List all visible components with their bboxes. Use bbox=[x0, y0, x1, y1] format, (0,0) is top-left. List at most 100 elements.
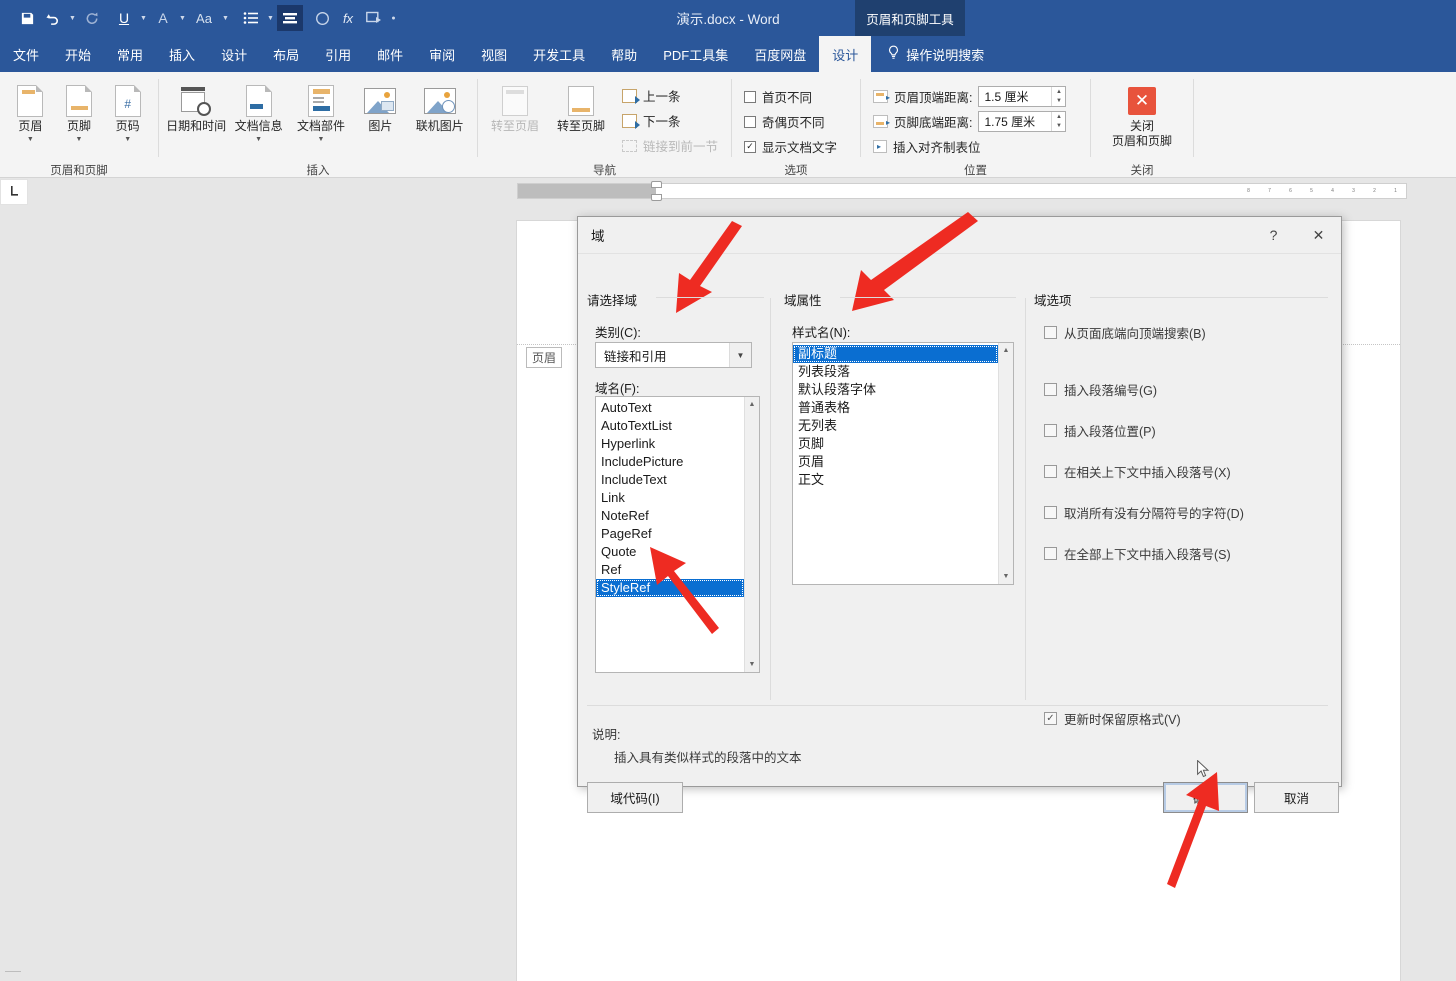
change-case-dropdown-icon[interactable]: ▼ bbox=[219, 5, 232, 31]
ribbon-button-goto-header[interactable]: 转至页眉 bbox=[484, 80, 546, 134]
ribbon-button-goto-footer[interactable]: 转至页脚 bbox=[550, 80, 612, 134]
list-item[interactable]: Hyperlink bbox=[596, 435, 744, 453]
change-case-icon[interactable]: Aa bbox=[189, 5, 219, 31]
list-item[interactable]: AutoText bbox=[596, 399, 744, 417]
font-color-icon[interactable]: A bbox=[150, 5, 176, 31]
underline-dropdown-icon[interactable]: ▼ bbox=[137, 5, 150, 31]
scroll-down-icon[interactable]: ▼ bbox=[745, 657, 759, 672]
more-commands-icon[interactable]: ● bbox=[387, 5, 400, 31]
list-item[interactable]: IncludeText bbox=[596, 471, 744, 489]
tab-home[interactable]: 开始 bbox=[52, 36, 104, 72]
save-icon[interactable] bbox=[14, 5, 40, 31]
style-names-listbox[interactable]: 副标题 列表段落 默认段落字体 普通表格 无列表 页脚 页眉 正文 ▲ ▼ bbox=[792, 342, 1014, 585]
option-insert-paragraph-position[interactable]: 插入段落位置(P) bbox=[1044, 421, 1156, 440]
paragraph-mark-icon[interactable] bbox=[277, 5, 303, 31]
list-item[interactable]: NoteRef bbox=[596, 507, 744, 525]
scroll-up-icon[interactable]: ▲ bbox=[999, 343, 1013, 358]
tab-pdf-tools[interactable]: PDF工具集 bbox=[650, 36, 741, 72]
list-item[interactable]: 列表段落 bbox=[793, 363, 998, 381]
tell-me-search[interactable]: 操作说明搜索 bbox=[871, 36, 997, 72]
list-item[interactable]: IncludePicture bbox=[596, 453, 744, 471]
ribbon-item-previous[interactable]: 上一条 bbox=[622, 83, 718, 108]
scroll-down-icon[interactable]: ▼ bbox=[999, 569, 1013, 584]
tab-view[interactable]: 视图 bbox=[468, 36, 520, 72]
ribbon-button-header[interactable]: 页眉 ▼ bbox=[6, 80, 55, 143]
list-item[interactable]: Link bbox=[596, 489, 744, 507]
first-line-indent-marker[interactable] bbox=[651, 181, 662, 188]
ribbon-button-date-time[interactable]: 日期和时间 bbox=[165, 80, 227, 134]
redo-icon[interactable] bbox=[79, 5, 105, 31]
list-item[interactable]: 无列表 bbox=[793, 417, 998, 435]
scrollbar-vertical[interactable]: ▲ ▼ bbox=[998, 343, 1013, 584]
checkbox-show-document-text[interactable]: ✓ 显示文档文字 bbox=[744, 134, 837, 159]
undo-icon[interactable] bbox=[40, 5, 66, 31]
list-item[interactable]: 普通表格 bbox=[793, 399, 998, 417]
tab-baidu-netdisk[interactable]: 百度网盘 bbox=[741, 36, 819, 72]
ribbon-button-page-number[interactable]: # 页码 ▼ bbox=[103, 80, 152, 143]
list-item[interactable]: AutoTextList bbox=[596, 417, 744, 435]
ribbon-button-picture[interactable]: 图片 bbox=[352, 80, 408, 134]
tab-common[interactable]: 常用 bbox=[104, 36, 156, 72]
chevron-down-icon[interactable]: ▼ bbox=[729, 343, 751, 367]
ribbon-button-quick-parts[interactable]: 文档部件 ▼ bbox=[290, 80, 352, 143]
bullets-icon[interactable] bbox=[238, 5, 264, 31]
list-item[interactable]: 页脚 bbox=[793, 435, 998, 453]
field-dialog[interactable]: 域 ? ✕ 请选择域 类别(C): 链接和引用 ▼ 域名(F): AutoTex… bbox=[577, 216, 1342, 813]
list-item[interactable]: 默认段落字体 bbox=[793, 381, 998, 399]
list-item[interactable]: Ref bbox=[596, 561, 744, 579]
spinner-footer-from-bottom[interactable]: ▸ 页脚底端距离: 1.75 厘米 ▲ ▼ bbox=[873, 109, 1067, 134]
option-insert-full-context[interactable]: 在全部上下文中插入段落号(S) bbox=[1044, 544, 1231, 563]
ribbon-button-footer[interactable]: 页脚 ▼ bbox=[55, 80, 104, 143]
tab-mailings[interactable]: 邮件 bbox=[364, 36, 416, 72]
footer-from-bottom-value[interactable]: 1.75 厘米 ▲ ▼ bbox=[978, 111, 1067, 132]
chevron-down-icon[interactable]: ▼ bbox=[318, 136, 325, 143]
option-search-from-bottom[interactable]: 从页面底端向顶端搜索(B) bbox=[1044, 323, 1206, 342]
scroll-up-icon[interactable]: ▲ bbox=[745, 397, 759, 412]
checkbox-different-odd-even[interactable]: 奇偶页不同 bbox=[744, 109, 837, 134]
category-dropdown[interactable]: 链接和引用 ▼ bbox=[595, 342, 752, 368]
help-icon[interactable]: ? bbox=[1251, 217, 1296, 253]
bullets-dropdown-icon[interactable]: ▼ bbox=[264, 5, 277, 31]
option-suppress-nondelimiters[interactable]: 取消所有没有分隔符号的字符(D) bbox=[1044, 503, 1244, 522]
list-item[interactable]: PageRef bbox=[596, 525, 744, 543]
tab-developer[interactable]: 开发工具 bbox=[520, 36, 598, 72]
ribbon-item-link-to-previous[interactable]: 链接到前一节 bbox=[622, 133, 718, 158]
chevron-down-icon[interactable]: ▼ bbox=[76, 136, 83, 143]
chevron-down-icon[interactable]: ▼ bbox=[255, 136, 262, 143]
ribbon-button-document-info[interactable]: 文档信息 ▼ bbox=[228, 80, 290, 143]
list-item[interactable]: 正文 bbox=[793, 471, 998, 489]
option-insert-relative-context[interactable]: 在相关上下文中插入段落号(X) bbox=[1044, 462, 1231, 481]
tab-layout[interactable]: 布局 bbox=[260, 36, 312, 72]
underline-icon[interactable]: U bbox=[111, 5, 137, 31]
tab-references[interactable]: 引用 bbox=[312, 36, 364, 72]
tab-help[interactable]: 帮助 bbox=[598, 36, 650, 72]
tab-stop-selector[interactable] bbox=[0, 179, 28, 205]
cancel-button[interactable]: 取消 bbox=[1254, 782, 1339, 813]
ribbon-button-close-header-footer[interactable]: ✕ 关闭 页眉和页脚 bbox=[1111, 80, 1173, 149]
tab-design[interactable]: 设计 bbox=[208, 36, 260, 72]
tab-header-footer-design[interactable]: 设计 bbox=[819, 36, 872, 72]
field-codes-button[interactable]: 域代码(I) bbox=[587, 782, 683, 813]
chevron-down-icon[interactable]: ▼ bbox=[27, 136, 34, 143]
option-insert-paragraph-number[interactable]: 插入段落编号(G) bbox=[1044, 380, 1157, 399]
list-item[interactable]: Quote bbox=[596, 543, 744, 561]
formula-icon[interactable]: fx bbox=[335, 5, 361, 31]
list-item[interactable]: 页眉 bbox=[793, 453, 998, 471]
tab-review[interactable]: 审阅 bbox=[416, 36, 468, 72]
list-item-selected[interactable]: StyleRef bbox=[596, 579, 744, 597]
header-from-top-value[interactable]: 1.5 厘米 ▲ ▼ bbox=[978, 86, 1067, 107]
ribbon-item-insert-alignment-tab[interactable]: ▸ 插入对齐制表位 bbox=[873, 134, 1066, 159]
checkbox-different-first-page[interactable]: 首页不同 bbox=[744, 84, 837, 109]
chevron-down-icon[interactable]: ▼ bbox=[124, 136, 131, 143]
ribbon-button-online-picture[interactable]: 联机图片 bbox=[409, 80, 471, 134]
ribbon-item-next[interactable]: 下一条 bbox=[622, 108, 718, 133]
ok-button[interactable]: 确定 bbox=[1163, 782, 1248, 813]
spinner-arrows[interactable]: ▲ ▼ bbox=[1051, 87, 1065, 106]
tab-file[interactable]: 文件 bbox=[0, 36, 52, 72]
hanging-indent-marker[interactable] bbox=[651, 194, 662, 201]
field-names-listbox[interactable]: AutoText AutoTextList Hyperlink IncludeP… bbox=[595, 396, 760, 673]
tab-insert[interactable]: 插入 bbox=[156, 36, 208, 72]
option-preserve-formatting[interactable]: ✓ 更新时保留原格式(V) bbox=[1044, 709, 1181, 728]
scrollbar-vertical[interactable]: ▲ ▼ bbox=[744, 397, 759, 672]
spinner-arrows[interactable]: ▲ ▼ bbox=[1051, 112, 1065, 131]
